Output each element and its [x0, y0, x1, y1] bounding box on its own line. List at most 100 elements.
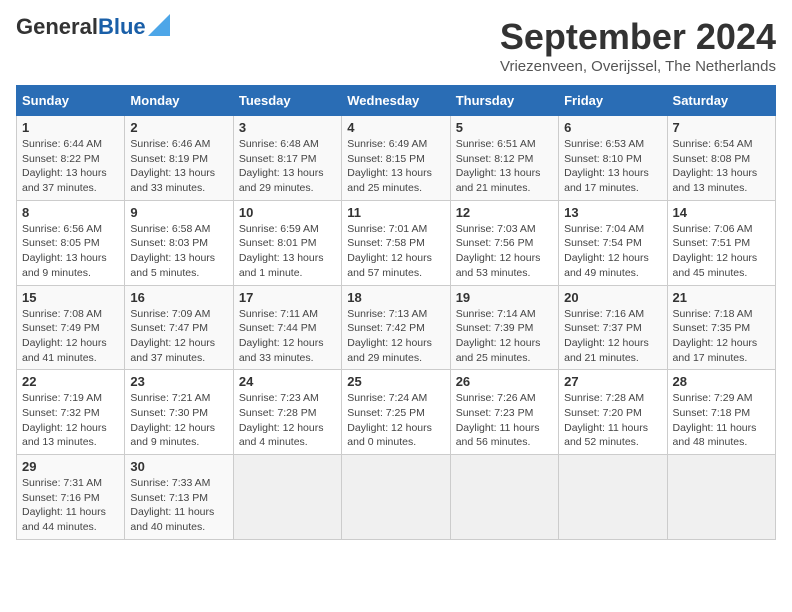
day-info-line: and 13 minutes. [673, 181, 770, 196]
day-number: 7 [673, 120, 770, 135]
day-number: 30 [130, 459, 227, 474]
day-info-line: Daylight: 11 hours [22, 505, 119, 520]
calendar-body: 1Sunrise: 6:44 AMSunset: 8:22 PMDaylight… [17, 116, 776, 540]
day-info-line: Daylight: 13 hours [564, 166, 661, 181]
day-cell: 7Sunrise: 6:54 AMSunset: 8:08 PMDaylight… [667, 116, 775, 201]
day-cell [559, 455, 667, 540]
day-number: 12 [456, 205, 553, 220]
day-info-line: Sunrise: 7:23 AM [239, 391, 336, 406]
day-info-line: Sunset: 7:39 PM [456, 321, 553, 336]
day-info-line: and 21 minutes. [564, 351, 661, 366]
day-info-line: Sunset: 7:30 PM [130, 406, 227, 421]
day-info-line: Sunset: 8:08 PM [673, 152, 770, 167]
day-cell [450, 455, 558, 540]
day-info-line: and 33 minutes. [130, 181, 227, 196]
day-info-line: and 25 minutes. [456, 351, 553, 366]
day-info-line: Sunset: 7:49 PM [22, 321, 119, 336]
week-row-3: 15Sunrise: 7:08 AMSunset: 7:49 PMDayligh… [17, 285, 776, 370]
day-number: 28 [673, 374, 770, 389]
day-info-line: Daylight: 13 hours [239, 251, 336, 266]
day-info-line: Sunrise: 7:26 AM [456, 391, 553, 406]
month-title: September 2024 [500, 16, 776, 58]
day-info-line: and 17 minutes. [564, 181, 661, 196]
day-info-line: Sunset: 7:13 PM [130, 491, 227, 506]
day-cell: 3Sunrise: 6:48 AMSunset: 8:17 PMDaylight… [233, 116, 341, 201]
week-row-4: 22Sunrise: 7:19 AMSunset: 7:32 PMDayligh… [17, 370, 776, 455]
day-number: 24 [239, 374, 336, 389]
day-info-line: and 29 minutes. [347, 351, 444, 366]
header-day-friday: Friday [559, 86, 667, 116]
logo-blue: Blue [98, 14, 146, 39]
day-cell: 8Sunrise: 6:56 AMSunset: 8:05 PMDaylight… [17, 200, 125, 285]
day-cell: 2Sunrise: 6:46 AMSunset: 8:19 PMDaylight… [125, 116, 233, 201]
day-info-line: Sunset: 8:12 PM [456, 152, 553, 167]
day-cell: 1Sunrise: 6:44 AMSunset: 8:22 PMDaylight… [17, 116, 125, 201]
day-info-line: and 52 minutes. [564, 435, 661, 450]
day-info-line: Daylight: 13 hours [347, 166, 444, 181]
day-info-line: Sunrise: 6:59 AM [239, 222, 336, 237]
day-info-line: Sunset: 7:25 PM [347, 406, 444, 421]
day-info-line: and 37 minutes. [130, 351, 227, 366]
day-info-line: Sunset: 7:32 PM [22, 406, 119, 421]
day-info-line: Sunrise: 7:04 AM [564, 222, 661, 237]
day-cell: 24Sunrise: 7:23 AMSunset: 7:28 PMDayligh… [233, 370, 341, 455]
day-info-line: Sunset: 7:23 PM [456, 406, 553, 421]
day-info-line: Sunrise: 6:56 AM [22, 222, 119, 237]
logo-icon [148, 14, 170, 36]
day-cell [667, 455, 775, 540]
header-day-wednesday: Wednesday [342, 86, 450, 116]
day-cell [342, 455, 450, 540]
day-info-line: Sunrise: 7:18 AM [673, 307, 770, 322]
day-number: 4 [347, 120, 444, 135]
day-info-line: Daylight: 11 hours [564, 421, 661, 436]
day-info-line: Daylight: 12 hours [673, 251, 770, 266]
day-number: 1 [22, 120, 119, 135]
day-cell: 25Sunrise: 7:24 AMSunset: 7:25 PMDayligh… [342, 370, 450, 455]
day-info-line: Daylight: 12 hours [22, 336, 119, 351]
day-cell: 10Sunrise: 6:59 AMSunset: 8:01 PMDayligh… [233, 200, 341, 285]
day-number: 25 [347, 374, 444, 389]
day-info-line: Sunset: 8:01 PM [239, 236, 336, 251]
day-info-line: Daylight: 12 hours [239, 421, 336, 436]
day-info-line: Daylight: 12 hours [22, 421, 119, 436]
day-info-line: Daylight: 13 hours [673, 166, 770, 181]
day-number: 29 [22, 459, 119, 474]
day-number: 9 [130, 205, 227, 220]
day-info-line: Sunrise: 7:08 AM [22, 307, 119, 322]
day-cell: 28Sunrise: 7:29 AMSunset: 7:18 PMDayligh… [667, 370, 775, 455]
day-info-line: Sunset: 7:18 PM [673, 406, 770, 421]
day-info-line: Daylight: 13 hours [130, 251, 227, 266]
day-info-line: Daylight: 12 hours [347, 421, 444, 436]
header-day-saturday: Saturday [667, 86, 775, 116]
day-info-line: Sunset: 7:51 PM [673, 236, 770, 251]
day-info-line: Sunrise: 7:06 AM [673, 222, 770, 237]
day-cell: 19Sunrise: 7:14 AMSunset: 7:39 PMDayligh… [450, 285, 558, 370]
day-info-line: Sunrise: 6:49 AM [347, 137, 444, 152]
day-info-line: Daylight: 12 hours [456, 336, 553, 351]
day-number: 14 [673, 205, 770, 220]
day-number: 5 [456, 120, 553, 135]
day-info-line: Sunset: 7:54 PM [564, 236, 661, 251]
day-cell: 13Sunrise: 7:04 AMSunset: 7:54 PMDayligh… [559, 200, 667, 285]
day-info-line: and 5 minutes. [130, 266, 227, 281]
day-cell: 27Sunrise: 7:28 AMSunset: 7:20 PMDayligh… [559, 370, 667, 455]
day-info-line: Sunset: 8:17 PM [239, 152, 336, 167]
day-info-line: and 56 minutes. [456, 435, 553, 450]
day-number: 20 [564, 290, 661, 305]
day-info-line: Sunrise: 6:51 AM [456, 137, 553, 152]
day-number: 15 [22, 290, 119, 305]
day-cell: 21Sunrise: 7:18 AMSunset: 7:35 PMDayligh… [667, 285, 775, 370]
day-info-line: and 4 minutes. [239, 435, 336, 450]
day-info-line: Sunrise: 7:19 AM [22, 391, 119, 406]
day-info-line: Sunset: 7:58 PM [347, 236, 444, 251]
day-cell: 29Sunrise: 7:31 AMSunset: 7:16 PMDayligh… [17, 455, 125, 540]
day-info-line: Sunset: 8:15 PM [347, 152, 444, 167]
day-info-line: Sunset: 7:47 PM [130, 321, 227, 336]
day-info-line: Sunrise: 7:14 AM [456, 307, 553, 322]
day-cell: 16Sunrise: 7:09 AMSunset: 7:47 PMDayligh… [125, 285, 233, 370]
day-cell: 23Sunrise: 7:21 AMSunset: 7:30 PMDayligh… [125, 370, 233, 455]
day-number: 3 [239, 120, 336, 135]
day-info-line: Sunrise: 6:53 AM [564, 137, 661, 152]
day-cell: 6Sunrise: 6:53 AMSunset: 8:10 PMDaylight… [559, 116, 667, 201]
header-day-sunday: Sunday [17, 86, 125, 116]
